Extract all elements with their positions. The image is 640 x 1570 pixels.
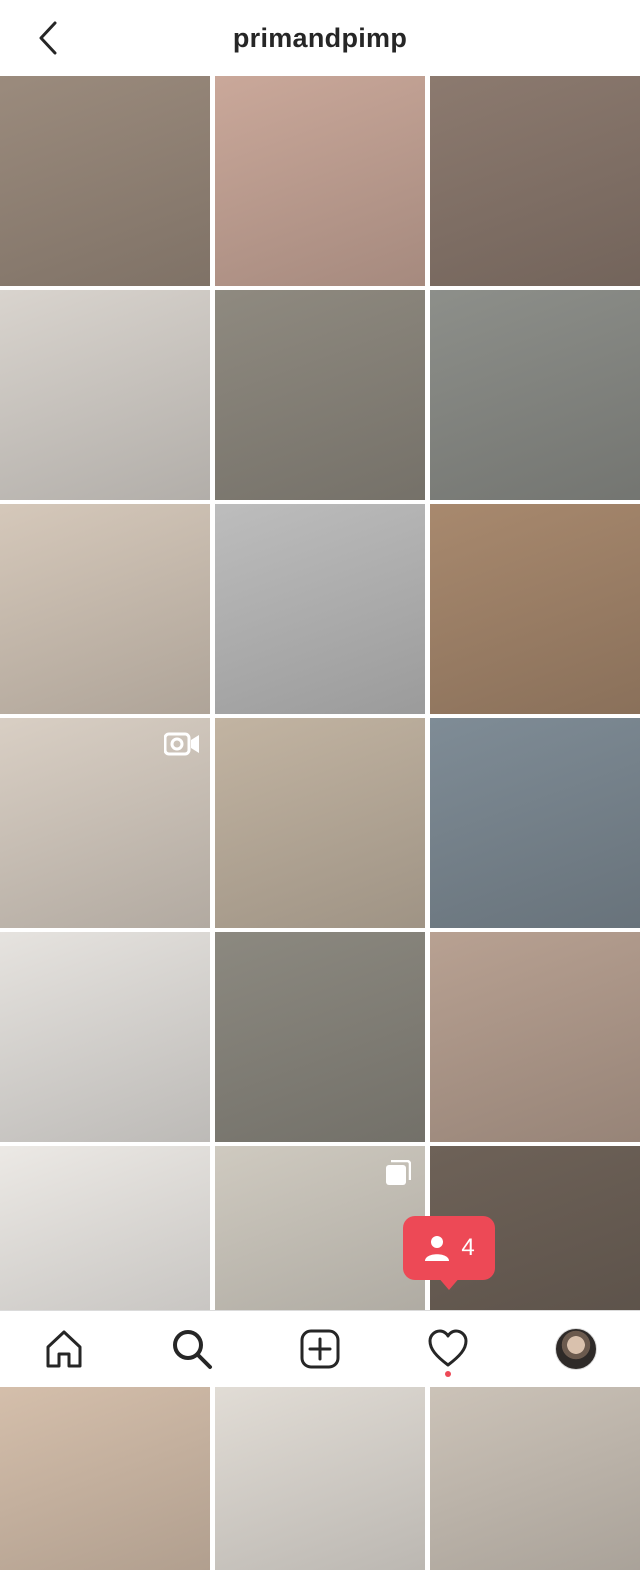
carousel-icon xyxy=(385,1159,412,1191)
profile-avatar xyxy=(555,1328,597,1370)
grid-post-thumbnail[interactable] xyxy=(0,290,210,500)
grid-post-thumbnail[interactable] xyxy=(215,76,425,286)
grid-post-thumbnail[interactable] xyxy=(0,504,210,714)
grid-post-thumbnail[interactable] xyxy=(430,76,640,286)
home-icon xyxy=(46,1330,82,1368)
grid-post-thumbnail[interactable] xyxy=(215,1360,425,1570)
grid-post-thumbnail[interactable] xyxy=(215,504,425,714)
activity-indicator-dot xyxy=(445,1371,451,1377)
search-icon xyxy=(173,1330,212,1369)
grid-post-thumbnail[interactable] xyxy=(0,718,210,928)
grid-post-thumbnail[interactable] xyxy=(430,504,640,714)
grid-post-thumbnail[interactable] xyxy=(0,1360,210,1570)
grid-post-thumbnail[interactable] xyxy=(430,718,640,928)
grid-post-thumbnail[interactable] xyxy=(0,76,210,286)
igtv-video-icon xyxy=(163,730,200,763)
tab-add-post[interactable] xyxy=(296,1325,344,1373)
grid-post-thumbnail[interactable] xyxy=(215,290,425,500)
grid-post-thumbnail[interactable] xyxy=(215,718,425,928)
tab-search[interactable] xyxy=(168,1325,216,1373)
new-followers-notification[interactable]: 4 xyxy=(403,1216,495,1280)
heart-icon xyxy=(428,1329,468,1367)
add-post-icon xyxy=(300,1329,340,1369)
grid-post-thumbnail[interactable] xyxy=(430,1360,640,1570)
grid-post-thumbnail[interactable] xyxy=(430,932,640,1142)
grid-post-thumbnail[interactable] xyxy=(215,932,425,1142)
person-icon xyxy=(425,1236,450,1261)
profile-username: primandpimp xyxy=(232,23,408,53)
notification-pointer xyxy=(437,1276,461,1290)
grid-post-thumbnail[interactable] xyxy=(430,290,640,500)
tab-profile[interactable] xyxy=(552,1325,600,1373)
grid-post-thumbnail[interactable] xyxy=(0,932,210,1142)
bottom-tab-bar xyxy=(0,1310,640,1387)
top-bar: primandpimp xyxy=(0,0,640,76)
tab-activity[interactable] xyxy=(424,1325,472,1373)
notification-count: 4 xyxy=(461,1234,475,1261)
tab-home[interactable] xyxy=(40,1325,88,1373)
